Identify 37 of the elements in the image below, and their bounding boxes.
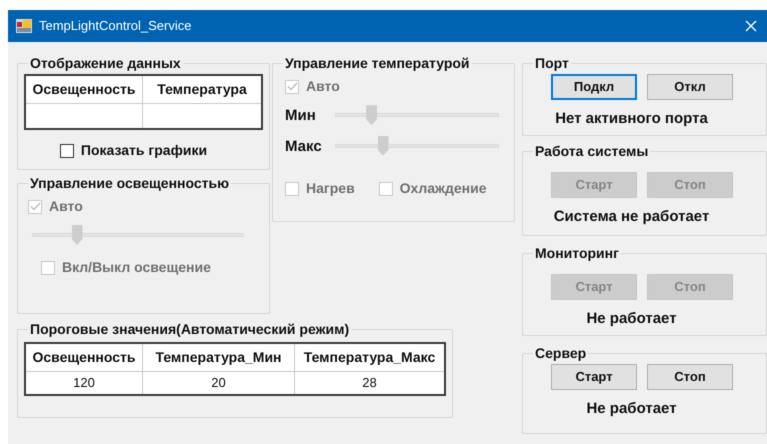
table-cell: 20: [142, 372, 294, 394]
button[interactable]: Старт: [551, 364, 637, 390]
column-header[interactable]: Освещенность: [26, 344, 142, 372]
column-header[interactable]: Температура_Макс: [294, 344, 444, 372]
button[interactable]: Стоп: [647, 364, 733, 390]
checkbox[interactable]: [60, 144, 74, 158]
slider-thumb[interactable]: [378, 136, 389, 156]
slider-label: Макс: [285, 136, 323, 156]
group-title: Работа системы: [534, 142, 650, 160]
group-title: Порт: [534, 54, 570, 72]
slider[interactable]: [335, 136, 499, 158]
slider-thumb[interactable]: [72, 225, 83, 245]
group-title: Мониторинг: [534, 244, 620, 262]
status-text: Система не работает: [552, 207, 710, 227]
slider-thumb[interactable]: [366, 105, 378, 126]
group-title: Отображение данных: [29, 54, 182, 72]
status-text: Нет активного порта: [554, 109, 709, 129]
table-cell: 28: [294, 372, 444, 394]
column-header[interactable]: Температура: [142, 76, 261, 104]
column-header[interactable]: Температура_Мин: [142, 344, 294, 372]
slider[interactable]: [32, 225, 244, 247]
window-title: TempLightControl_Service: [39, 17, 192, 36]
column-header[interactable]: Освещенность: [26, 76, 142, 104]
group-title: Сервер: [534, 344, 588, 362]
status-text: Не работает: [585, 309, 678, 329]
button[interactable]: Откл: [647, 74, 733, 100]
app-icon: [16, 19, 32, 33]
close-icon[interactable]: [745, 20, 757, 32]
group-title: Управление освещенностью: [29, 174, 230, 192]
status-text: Не работает: [585, 399, 678, 419]
group-title: Управление температурой: [284, 54, 471, 72]
slider[interactable]: [335, 105, 499, 128]
checkbox-label[interactable]: Показать графики: [80, 140, 208, 161]
slider-label: Мин: [285, 106, 317, 126]
button[interactable]: Подкл: [551, 74, 637, 100]
table-cell-text: 120: [72, 374, 96, 392]
group-title: Пороговые значения(Автоматический режим): [29, 320, 350, 338]
